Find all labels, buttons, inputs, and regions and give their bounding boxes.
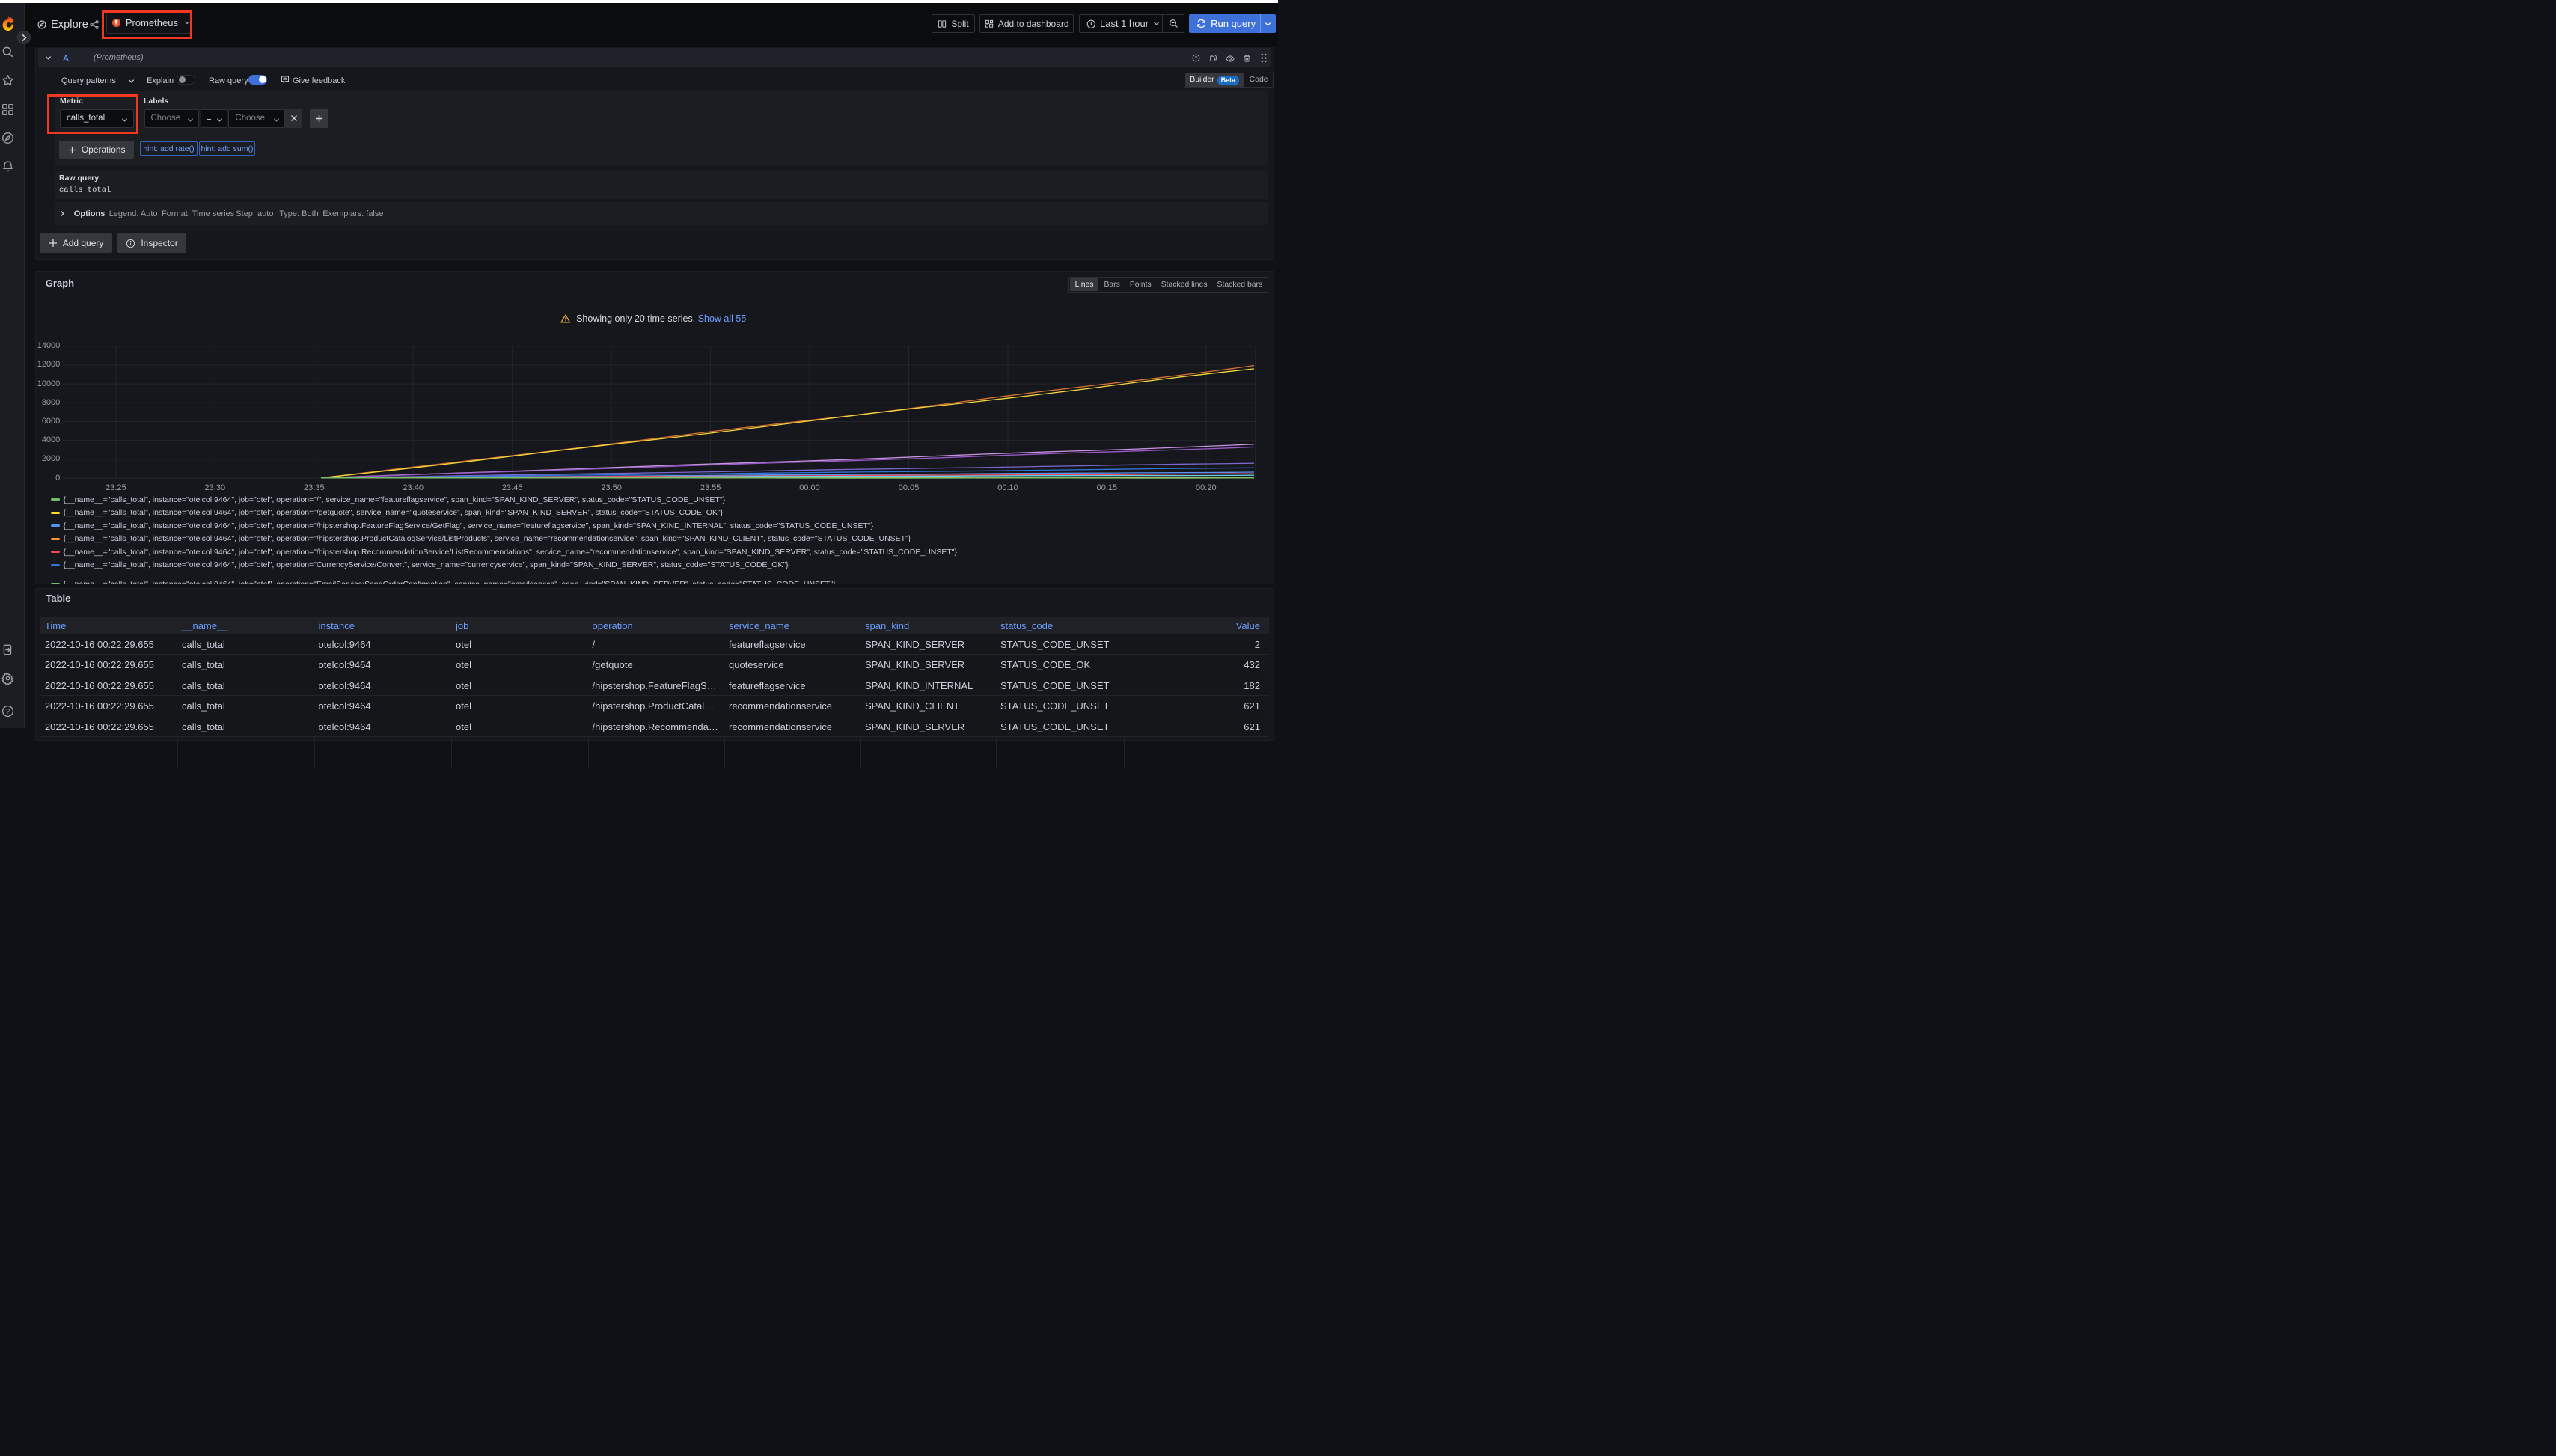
svg-text:?: ?	[6, 707, 10, 715]
svg-text:?: ?	[1195, 56, 1198, 61]
